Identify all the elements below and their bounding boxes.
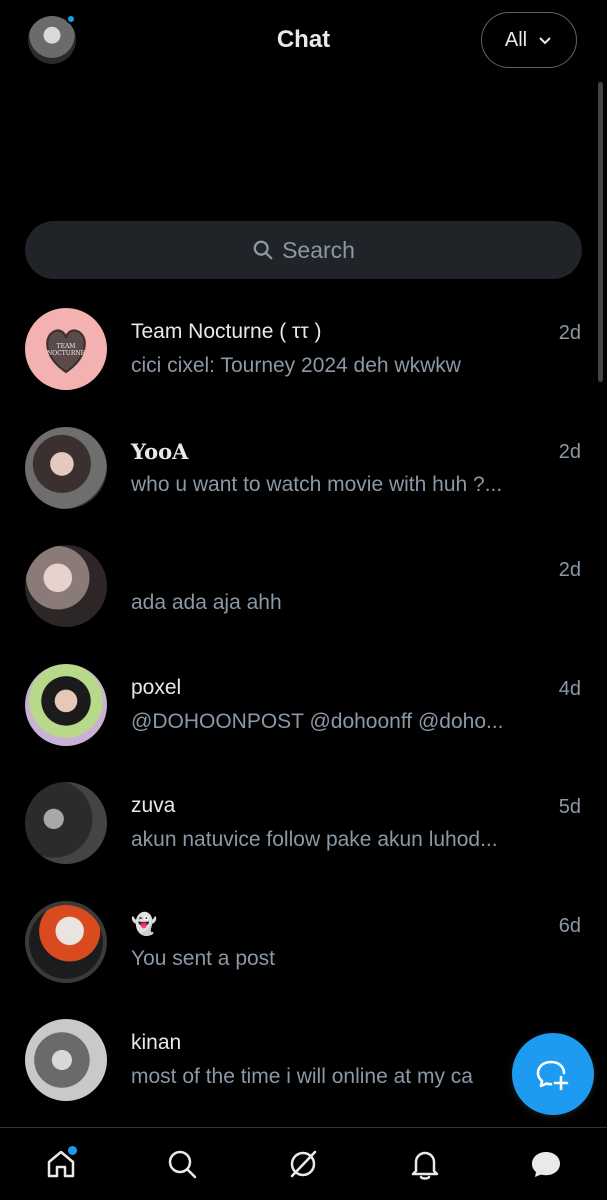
conversation-row[interactable]: ada ada aja ahh 2d	[0, 527, 607, 646]
nav-explore[interactable]	[152, 1134, 212, 1194]
conversation-row[interactable]: zuva akun natuvice follow pake akun luho…	[0, 764, 607, 883]
avatar: TEAM NOCTURNE	[25, 308, 107, 390]
conversation-row[interactable]: YooA who u want to watch movie with huh …	[0, 409, 607, 528]
conversation-name: Team Nocturne ( ττ )	[131, 320, 322, 343]
conversation-row[interactable]: poxel @DOHOONPOST @dohoonff @doho... 4d	[0, 646, 607, 765]
nav-grok[interactable]	[273, 1134, 333, 1194]
conversation-name: kinan	[131, 1031, 182, 1054]
avatar	[25, 663, 107, 746]
svg-text:NOCTURNE: NOCTURNE	[47, 350, 85, 357]
conversation-preview: You sent a post	[131, 946, 276, 970]
conversation-name: 👻	[131, 912, 158, 936]
bell-icon	[411, 1151, 439, 1180]
conversation-preview: @DOHOONPOST @dohoonff @doho...	[131, 709, 504, 733]
conversation-time: 4d	[558, 677, 581, 700]
search-icon	[168, 1150, 197, 1179]
bottom-navigation	[0, 1127, 607, 1200]
new-message-button[interactable]	[512, 1033, 594, 1115]
conversation-preview: akun natuvice follow pake akun luhod...	[131, 828, 498, 851]
nav-notifications[interactable]	[395, 1134, 455, 1194]
conversation-time: 5d	[558, 796, 581, 818]
conversation-name: zuva	[131, 794, 176, 817]
nav-messages[interactable]	[516, 1134, 576, 1194]
conversation-list: TEAM NOCTURNE Team Nocturne ( ττ ) cici …	[0, 290, 607, 1120]
search-bar[interactable]: Search	[25, 221, 582, 279]
conversation-name: YooA	[131, 438, 189, 464]
search-icon	[253, 240, 273, 260]
conversation-time: 2d	[558, 440, 581, 463]
avatar	[25, 545, 107, 627]
conversation-row[interactable]: TEAM NOCTURNE Team Nocturne ( ττ ) cici …	[0, 290, 607, 409]
chat-icon	[532, 1152, 561, 1177]
avatar	[25, 900, 107, 983]
conversation-preview: who u want to watch movie with huh ?...	[131, 472, 503, 496]
conversation-time: 2d	[558, 559, 581, 581]
avatar	[25, 426, 107, 509]
filter-dropdown-button[interactable]: All	[481, 12, 577, 68]
conversation-row[interactable]: 👻 You sent a post 6d	[0, 883, 607, 1002]
conversation-time: 2d	[558, 322, 581, 344]
filter-label: All	[504, 28, 528, 51]
conversation-preview: cici cixel: Tourney 2024 deh wkwkw	[131, 354, 461, 377]
conversation-name: poxel	[131, 675, 182, 699]
conversation-preview: most of the time i will online at my ca	[131, 1065, 473, 1088]
home-notification-dot	[67, 1146, 77, 1155]
new-chat-icon	[536, 1060, 569, 1091]
grok-icon	[291, 1150, 317, 1178]
svg-text:TEAM: TEAM	[57, 343, 76, 350]
top-header: Chat All	[0, 0, 607, 80]
search-placeholder: Search	[282, 236, 355, 263]
conversation-preview: ada ada aja ahh	[131, 591, 282, 614]
chevron-down-icon	[539, 37, 551, 45]
conversation-time: 6d	[558, 914, 581, 937]
avatar	[25, 1019, 107, 1101]
notification-dot	[66, 14, 76, 24]
nav-home[interactable]	[31, 1134, 91, 1194]
avatar	[25, 782, 107, 864]
team-logo-icon: TEAM NOCTURNE	[46, 329, 86, 374]
